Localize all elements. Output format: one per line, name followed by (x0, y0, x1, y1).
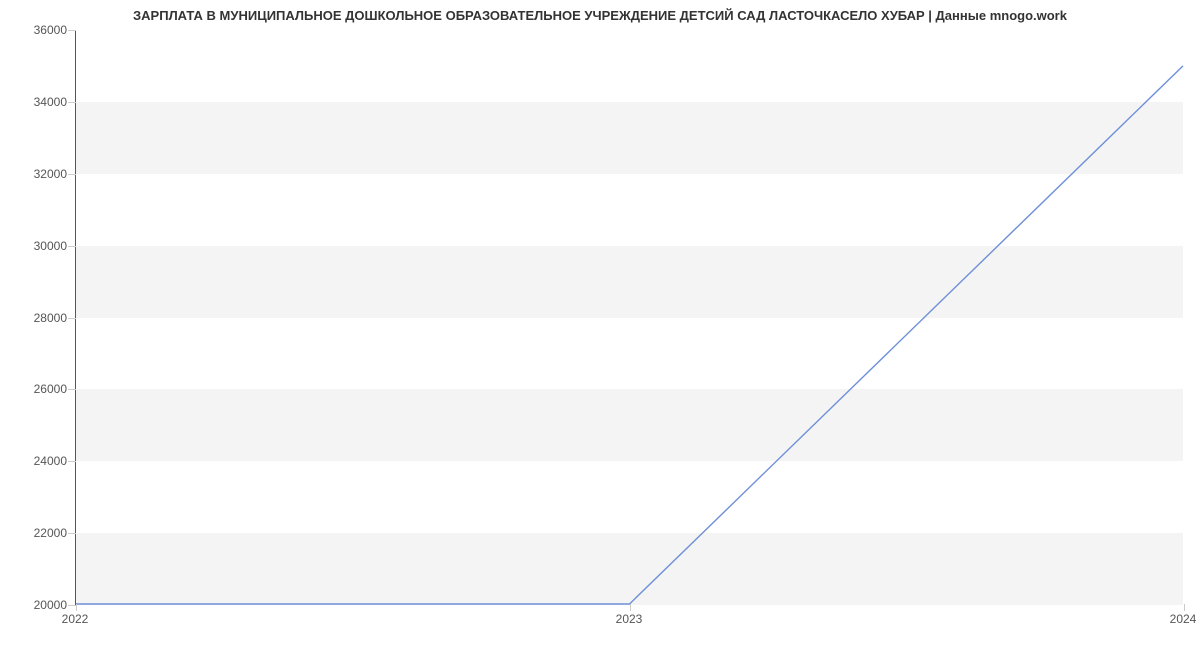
y-tick-label: 22000 (34, 526, 67, 540)
x-tick-label: 2022 (62, 612, 89, 626)
y-tick (68, 533, 76, 534)
y-tick (68, 246, 76, 247)
y-tick (68, 318, 76, 319)
y-tick (68, 461, 76, 462)
y-tick (68, 605, 76, 606)
y-tick-label: 36000 (34, 23, 67, 37)
chart-title: ЗАРПЛАТА В МУНИЦИПАЛЬНОЕ ДОШКОЛЬНОЕ ОБРА… (0, 8, 1200, 23)
y-tick-label: 30000 (34, 239, 67, 253)
y-tick (68, 389, 76, 390)
y-tick (68, 30, 76, 31)
y-tick-label: 24000 (34, 454, 67, 468)
x-tick-label: 2023 (616, 612, 643, 626)
x-tick-label: 2024 (1170, 612, 1197, 626)
x-tick (1184, 604, 1185, 611)
y-tick-label: 28000 (34, 311, 67, 325)
y-tick-label: 34000 (34, 95, 67, 109)
x-tick (630, 604, 631, 611)
plot-svg (76, 30, 1183, 604)
plot-area (75, 30, 1183, 605)
y-tick-label: 20000 (34, 598, 67, 612)
y-tick-label: 26000 (34, 382, 67, 396)
y-tick-label: 32000 (34, 167, 67, 181)
y-tick (68, 174, 76, 175)
x-tick (76, 604, 77, 611)
y-tick (68, 102, 76, 103)
chart-container: ЗАРПЛАТА В МУНИЦИПАЛЬНОЕ ДОШКОЛЬНОЕ ОБРА… (0, 0, 1200, 650)
series-line (76, 66, 1183, 604)
